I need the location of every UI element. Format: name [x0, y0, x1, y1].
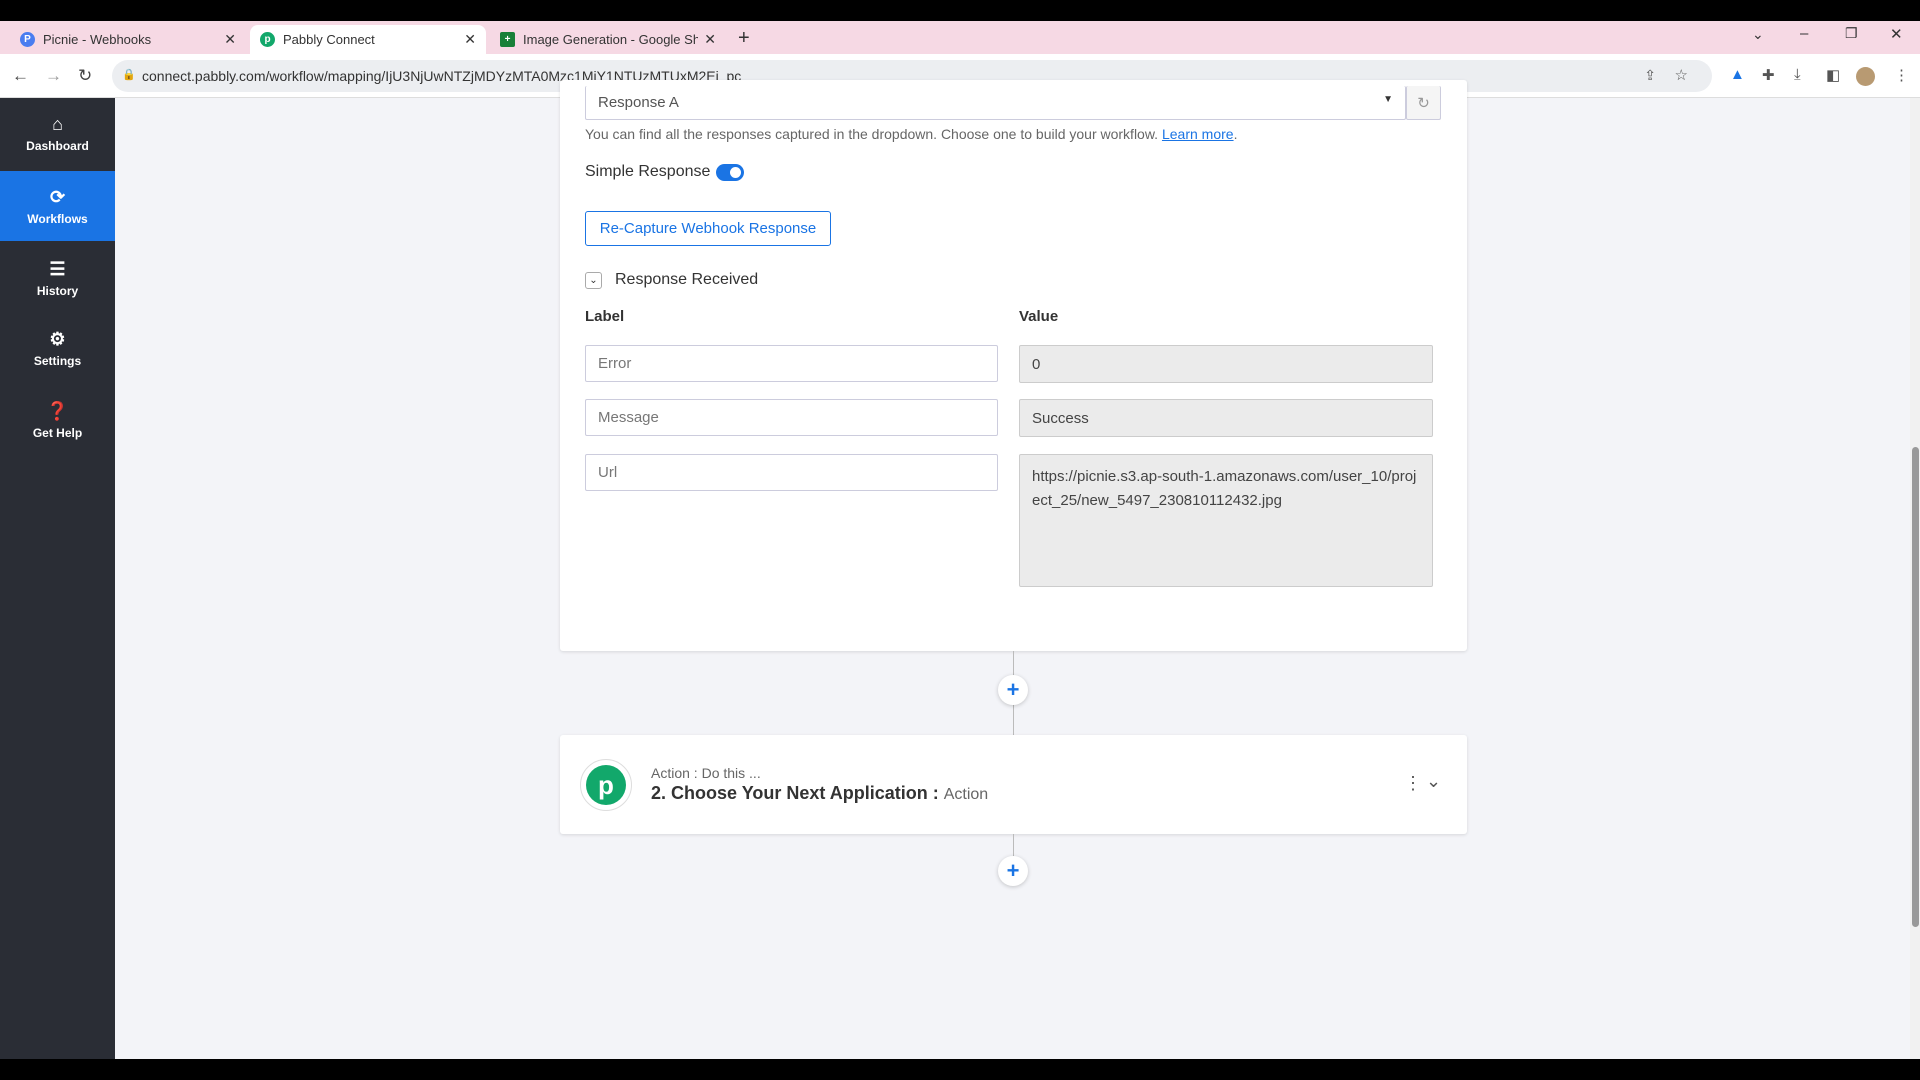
download-icon[interactable]: ⤓ [1794, 66, 1801, 83]
extension-icon[interactable]: ▲ [1730, 66, 1745, 83]
close-tab-icon[interactable]: ✕ [704, 31, 716, 48]
value-field-error[interactable]: 0 [1019, 345, 1433, 383]
tab-title: Pabbly Connect [283, 32, 375, 47]
toggle-knob [730, 167, 741, 178]
sidebar: ⌂ Dashboard ⟳ Workflows ☰ History ⚙ Settings… [0, 98, 115, 1059]
help-text-body: You can find all the responses captured … [585, 126, 1159, 142]
response-select-value: Response A [598, 94, 679, 111]
screen-bottom-bar [0, 1059, 1920, 1080]
connector-line [1013, 834, 1014, 858]
label-column-header: Label [585, 308, 625, 325]
scrollbar-thumb[interactable] [1912, 447, 1919, 927]
puzzle-extensions-icon[interactable]: ✚ [1762, 66, 1775, 84]
picnie-favicon-icon: P [20, 32, 35, 47]
help-icon: ❓ [46, 401, 69, 421]
pabbly-p-icon: p [586, 765, 626, 805]
label-field-url[interactable]: Url [585, 454, 998, 491]
sidebar-item-get-help[interactable]: ❓ Get Help [0, 394, 115, 447]
tab-picnie-webhooks[interactable]: P Picnie - Webhooks ✕ [10, 25, 246, 54]
bookmark-star-icon[interactable]: ☆ [1675, 66, 1688, 84]
sidebar-item-history[interactable]: ☰ History [0, 251, 115, 306]
action-subtitle: Action : Do this ... [651, 765, 761, 781]
value-field-url[interactable]: https://picnie.s3.ap-south-1.amazonaws.c… [1019, 454, 1433, 587]
refresh-responses-button[interactable]: ↻ [1406, 86, 1441, 120]
sidebar-item-label: Get Help [32, 426, 83, 440]
back-icon[interactable]: ← [12, 66, 29, 86]
add-step-button[interactable]: + [998, 856, 1028, 886]
response-received-toggle[interactable]: Response Received [615, 271, 758, 289]
caret-down-icon: ▼ [1383, 94, 1393, 105]
restore-icon[interactable]: ❐ [1845, 25, 1858, 42]
value-column-header: Value [1019, 308, 1059, 325]
action-type: Action [943, 786, 989, 803]
sheets-favicon-icon: + [500, 32, 515, 47]
home-icon: ⌂ [52, 114, 63, 134]
sidebar-item-dashboard[interactable]: ⌂ Dashboard [0, 108, 115, 159]
share-icon[interactable]: ⇪ [1644, 67, 1656, 84]
value-field-message[interactable]: Success [1019, 399, 1433, 437]
forward-icon[interactable]: → [45, 66, 62, 86]
close-tab-icon[interactable]: ✕ [224, 31, 236, 48]
close-window-icon[interactable]: ✕ [1890, 25, 1903, 43]
expand-chevron-icon[interactable]: ⌄ [1426, 771, 1441, 792]
minimize-icon[interactable]: – [1800, 25, 1808, 42]
refresh-icon: ↻ [1417, 94, 1430, 112]
sidebar-item-workflows[interactable]: ⟳ Workflows [0, 171, 115, 241]
plus-icon: + [1006, 858, 1020, 883]
chevron-down-icon[interactable]: ⌄ [585, 272, 602, 289]
label-field-error[interactable]: Error [585, 345, 998, 382]
screen-top-bar [0, 0, 1920, 21]
recapture-webhook-button[interactable]: Re-Capture Webhook Response [585, 211, 831, 246]
simple-response-toggle[interactable] [716, 164, 744, 181]
gear-icon: ⚙ [49, 329, 66, 349]
sidebar-item-settings[interactable]: ⚙ Settings [0, 324, 115, 373]
action-title: 2. Choose Your Next Application : Action [651, 783, 988, 804]
action-card[interactable]: p Action : Do this ... 2. Choose Your Ne… [560, 735, 1467, 834]
lock-icon: 🔒 [122, 69, 136, 81]
tab-google-sheets[interactable]: + Image Generation - Google Sheets ✕ [490, 25, 726, 54]
side-panel-icon[interactable]: ◧ [1826, 66, 1840, 84]
new-tab-icon[interactable]: + [738, 27, 750, 50]
sidebar-item-label: History [36, 284, 79, 298]
sidebar-item-label: Dashboard [26, 139, 89, 153]
help-text: You can find all the responses captured … [585, 126, 1238, 142]
learn-more-link[interactable]: Learn more [1162, 126, 1234, 142]
sidebar-item-label: Settings [33, 354, 82, 368]
tab-title: Picnie - Webhooks [43, 32, 152, 47]
sidebar-item-label: Workflows [27, 211, 88, 226]
tab-pabbly-connect[interactable]: p Pabbly Connect ✕ [250, 25, 486, 54]
profile-avatar[interactable] [1856, 67, 1875, 86]
close-tab-icon[interactable]: ✕ [464, 31, 476, 48]
label-field-message[interactable]: Message [585, 399, 998, 436]
response-select[interactable]: Response A ▼ [585, 86, 1406, 120]
action-title-text: 2. Choose Your Next Application : [651, 783, 939, 803]
menu-kebab-icon[interactable]: ⋮ [1894, 66, 1909, 84]
tab-title: Image Generation - Google Sheets [523, 32, 699, 47]
pabbly-logo: p [580, 759, 632, 811]
plus-icon: + [1006, 677, 1020, 702]
reload-icon[interactable]: ↻ [78, 66, 92, 86]
workflow-icon: ⟳ [49, 186, 66, 207]
tab-search-icon[interactable]: ⌄ [1752, 26, 1764, 43]
list-icon: ☰ [49, 259, 66, 279]
tab-strip: P Picnie - Webhooks ✕ p Pabbly Connect ✕… [0, 21, 1920, 54]
scrollbar-track[interactable] [1910, 98, 1920, 1059]
pabbly-favicon-icon: p [260, 32, 275, 47]
add-step-button[interactable]: + [998, 675, 1028, 705]
more-options-icon[interactable]: ⋮ [1404, 773, 1422, 794]
simple-response-label: Simple Response [585, 163, 711, 180]
